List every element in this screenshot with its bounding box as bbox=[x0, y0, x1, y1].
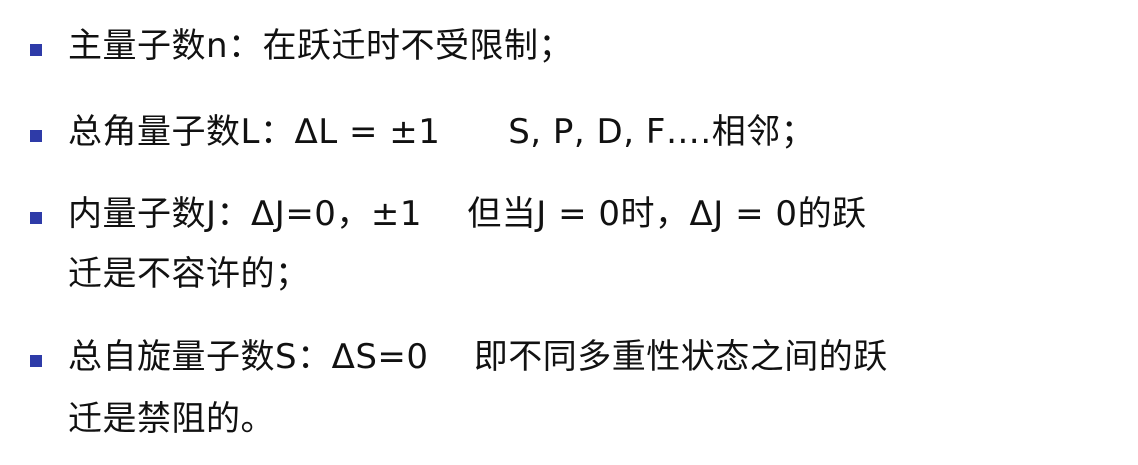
square-bullet-icon bbox=[30, 212, 42, 224]
rule-text: 主量子数n：在跃迁时不受限制； bbox=[68, 26, 574, 66]
rule-text-continued: 迁是禁阻的。 bbox=[68, 399, 275, 439]
square-bullet-icon bbox=[30, 355, 42, 367]
square-bullet-icon bbox=[30, 44, 42, 56]
rule-text: 总角量子数L：ΔL = ±1 S, P, D, F….相邻； bbox=[68, 112, 816, 152]
rule-text-continued: 迁是不容许的； bbox=[68, 254, 310, 294]
rule-text: 总自旋量子数S：ΔS=0 即不同多重性状态之间的跃 bbox=[68, 337, 888, 377]
slide: 主量子数n：在跃迁时不受限制； 总角量子数L：ΔL = ±1 S, P, D, … bbox=[0, 0, 1138, 465]
rule-text: 内量子数J：ΔJ=0，±1 但当J = 0时，ΔJ = 0的跃 bbox=[68, 194, 867, 234]
square-bullet-icon bbox=[30, 130, 42, 142]
